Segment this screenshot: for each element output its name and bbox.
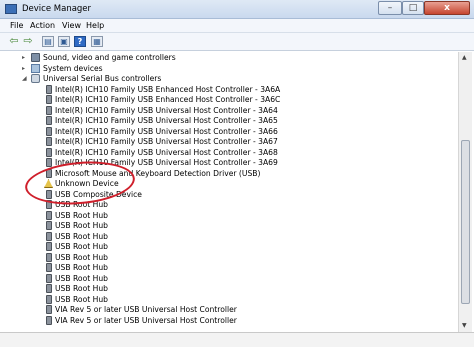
device-label: Intel(R) ICH10 Family USB Universal Host… bbox=[55, 147, 278, 157]
scroll-down-arrow-icon[interactable]: ▼ bbox=[462, 322, 467, 329]
device-label: VIA Rev 5 or later USB Universal Host Co… bbox=[55, 305, 237, 314]
usb-device-icon bbox=[46, 252, 52, 262]
usb-device-icon bbox=[46, 263, 52, 272]
device-label: USB Root Hub bbox=[55, 242, 108, 251]
expand-arrow-icon[interactable]: ▸ bbox=[22, 54, 29, 61]
menu-bar: File Action View Help bbox=[0, 19, 474, 33]
usb-device-icon bbox=[46, 158, 52, 167]
show-hide-icon[interactable]: ▣ bbox=[58, 36, 70, 47]
usb-device-icon bbox=[46, 137, 52, 146]
scrollbar-thumb[interactable] bbox=[461, 140, 470, 304]
device-label: USB Root Hub bbox=[55, 294, 108, 304]
device-label: USB Root Hub bbox=[55, 231, 108, 241]
usb-device-icon bbox=[46, 84, 52, 94]
close-button[interactable]: x bbox=[424, 1, 470, 15]
device-label: Intel(R) ICH10 Family USB Universal Host… bbox=[55, 126, 278, 136]
toolbar: ⇦ ⇨ ▤ ▣ ? ▦ bbox=[0, 33, 474, 51]
device-label: Intel(R) ICH10 Family USB Enhanced Host … bbox=[55, 84, 281, 94]
menu-view[interactable]: View bbox=[62, 21, 81, 30]
menu-file[interactable]: File bbox=[10, 21, 23, 30]
usb-device-icon bbox=[46, 284, 52, 293]
window-title: Device Manager bbox=[22, 4, 92, 14]
usb-device-icon bbox=[46, 126, 52, 136]
usb-device-icon bbox=[46, 242, 52, 251]
usb-device-icon bbox=[46, 294, 52, 304]
menu-help[interactable]: Help bbox=[86, 21, 104, 30]
usb-device-icon bbox=[46, 147, 52, 157]
expand-arrow-icon[interactable]: ▸ bbox=[22, 65, 29, 72]
device-label: USB Root Hub bbox=[55, 210, 108, 220]
device-label: USB Root Hub bbox=[55, 221, 108, 230]
forward-icon[interactable]: ⇨ bbox=[22, 35, 34, 47]
vertical-scrollbar[interactable]: ▲ ▼ bbox=[458, 52, 472, 332]
device-label: Intel(R) ICH10 Family USB Universal Host… bbox=[55, 137, 278, 146]
device-label: Intel(R) ICH10 Family USB Universal Host… bbox=[55, 105, 278, 115]
system-devices-icon bbox=[31, 63, 40, 73]
tree-category-label: Universal Serial Bus controllers bbox=[43, 74, 162, 83]
device-label: USB Root Hub bbox=[55, 284, 108, 293]
device-label: USB Root Hub bbox=[55, 263, 108, 272]
properties-icon[interactable]: ▤ bbox=[42, 36, 54, 47]
scroll-up-arrow-icon[interactable]: ▲ bbox=[462, 54, 467, 61]
title-bar: Device Manager – □ x bbox=[0, 0, 474, 19]
usb-device-icon bbox=[46, 273, 52, 283]
back-icon[interactable]: ⇦ bbox=[8, 35, 20, 47]
usb-device-icon bbox=[46, 116, 52, 125]
usb-device-icon bbox=[46, 221, 52, 230]
scan-icon[interactable]: ▦ bbox=[91, 36, 103, 47]
usb-device-icon bbox=[46, 210, 52, 220]
status-bar bbox=[0, 332, 474, 347]
usb-device-icon bbox=[46, 95, 52, 104]
usb-device-icon bbox=[46, 231, 52, 241]
device-label: Intel(R) ICH10 Family USB Enhanced Host … bbox=[55, 95, 281, 104]
speaker-icon bbox=[31, 53, 40, 62]
tree-category-label: System devices bbox=[43, 63, 103, 73]
device-label: Intel(R) ICH10 Family USB Universal Host… bbox=[55, 116, 278, 125]
device-label: VIA Rev 5 or later USB Universal Host Co… bbox=[55, 315, 237, 325]
usb-device-icon bbox=[46, 315, 52, 325]
maximize-button[interactable]: □ bbox=[402, 1, 424, 15]
device-label: USB Root Hub bbox=[55, 252, 108, 262]
usb-controllers-icon bbox=[31, 74, 40, 83]
usb-device-icon bbox=[46, 105, 52, 115]
collapse-arrow-icon[interactable]: ◢ bbox=[22, 75, 29, 82]
minimize-button[interactable]: – bbox=[378, 1, 402, 15]
help-icon[interactable]: ? bbox=[74, 36, 86, 47]
usb-device-icon bbox=[46, 305, 52, 314]
tree-category-label: Sound, video and game controllers bbox=[43, 53, 176, 62]
device-manager-icon bbox=[5, 4, 17, 14]
menu-action[interactable]: Action bbox=[30, 21, 55, 30]
device-label: USB Root Hub bbox=[55, 273, 108, 283]
